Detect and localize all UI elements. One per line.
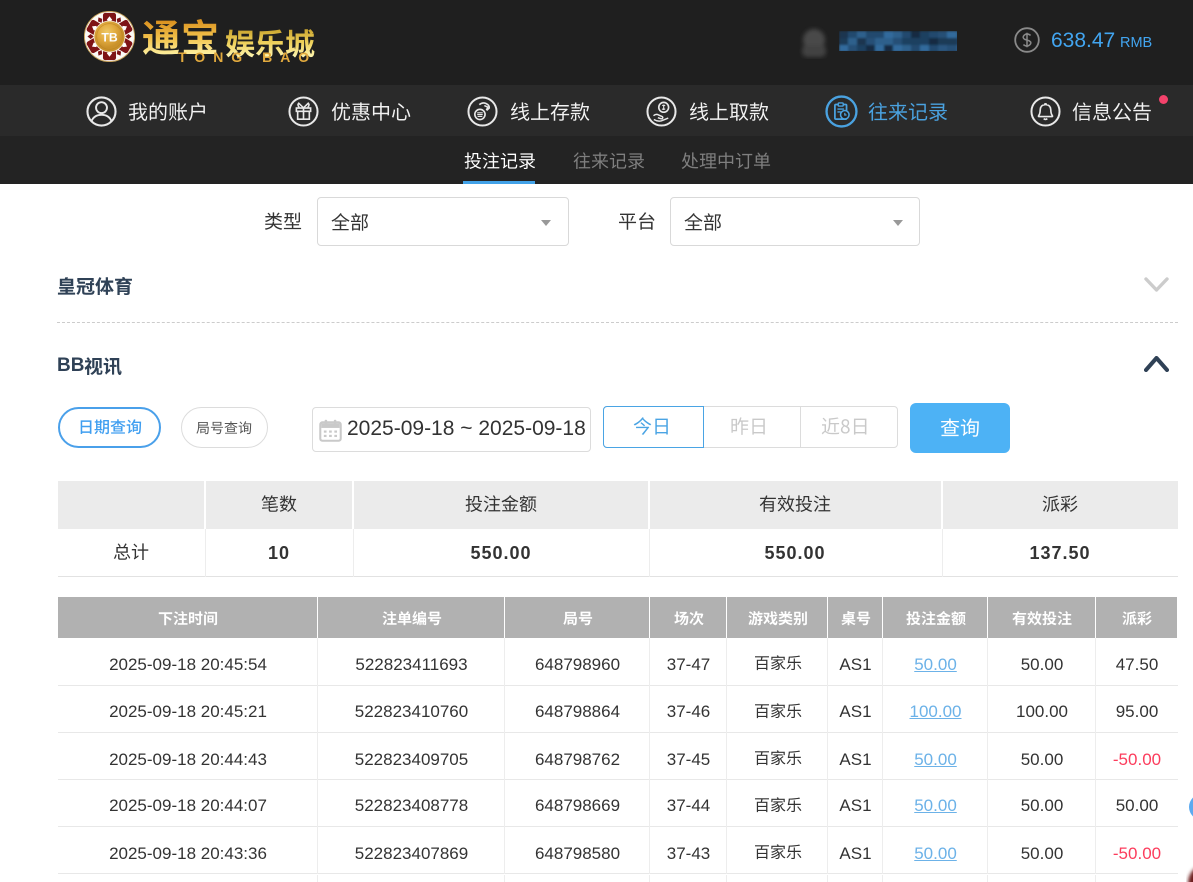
svg-text:TB: TB — [101, 30, 117, 44]
